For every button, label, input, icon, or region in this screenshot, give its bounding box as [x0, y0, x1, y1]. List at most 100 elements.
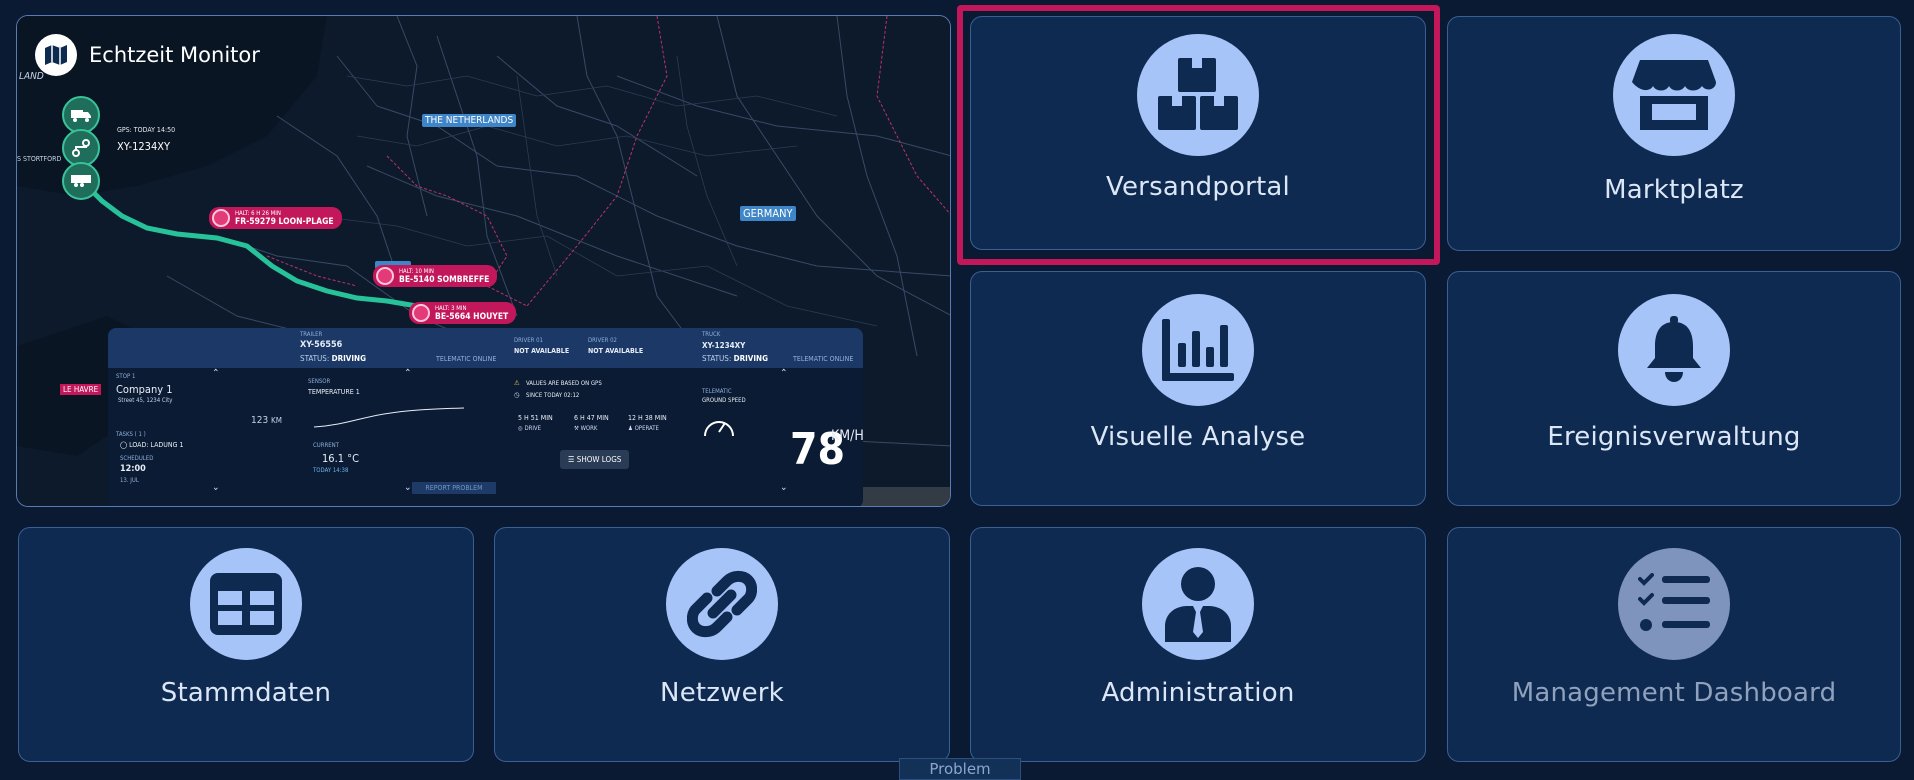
link-icon	[687, 570, 757, 638]
temperature-sparkline	[314, 407, 464, 428]
tile-icon-circle	[1142, 294, 1254, 406]
store-icon	[1632, 60, 1716, 130]
realtime-monitor-card[interactable]: Echtzeit Monitor LAND S STORTFORD GPS: T…	[16, 15, 951, 507]
scheduled-label: SCHEDULED	[120, 455, 154, 462]
tile-marktplatz[interactable]: Marktplatz	[1447, 16, 1901, 251]
country-label-germany: GERMANY	[740, 206, 796, 221]
task-item[interactable]: ◯ LOAD: LADUNG 1	[120, 441, 183, 449]
problem-button[interactable]: Problem	[899, 758, 1021, 780]
stop-pin-duration: HALT: 3 MIN	[435, 304, 467, 312]
stop-label: STOP 1	[116, 373, 136, 380]
tile-ereignisverwaltung[interactable]: Ereignisverwaltung	[1447, 271, 1901, 506]
chevron-down-icon[interactable]: ⌄	[780, 482, 788, 493]
temperature-time: TODAY 14:38	[313, 467, 349, 474]
tile-visuelle-analyse[interactable]: Visuelle Analyse	[970, 271, 1426, 506]
city-label-le-havre: LE HAVRE	[60, 384, 102, 395]
tile-management-dashboard[interactable]: Management Dashboard	[1447, 527, 1901, 762]
map-place-fragment-2: S STORTFORD	[17, 155, 62, 163]
tile-label: Administration	[1101, 678, 1295, 708]
checklist-icon	[1638, 573, 1710, 631]
chevron-up-icon[interactable]: ⌃	[404, 368, 412, 379]
speedometer-icon	[704, 421, 734, 437]
drive-label: ◎ DRIVE	[518, 425, 542, 432]
stop-distance: 123 KM	[251, 415, 282, 426]
operate-time: 12 H 38 MIN	[628, 414, 667, 422]
chevron-down-icon[interactable]: ⌄	[404, 482, 412, 493]
tile-label: Visuelle Analyse	[1090, 422, 1306, 452]
tile-label: Management Dashboard	[1511, 678, 1837, 708]
stop-pin-1[interactable]: HALT: 6 H 26 MIN FR-59279 LOON-PLAGE	[209, 207, 342, 229]
truck-label: TRUCK	[702, 331, 721, 338]
current-temperature: 16.1 °C	[322, 452, 360, 465]
gps-time: GPS: TODAY 14:50	[117, 126, 176, 134]
sensor-label: SENSOR	[308, 378, 331, 385]
drive-time: 5 H 51 MIN	[518, 414, 553, 422]
scheduled-time: 12:00	[120, 464, 146, 474]
show-logs-button[interactable]: ☰ SHOW LOGS	[560, 450, 630, 469]
tile-label: Marktplatz	[1604, 175, 1744, 205]
truck-icon	[71, 110, 91, 122]
table-icon	[210, 573, 282, 635]
vehicle-info-panel: TRAILER XY-56556 STATUS: DRIVING TELEMAT…	[108, 328, 863, 506]
route-icon	[72, 139, 90, 157]
chevron-up-icon[interactable]: ⌃	[780, 368, 788, 379]
tile-label: Netzwerk	[660, 678, 784, 708]
tile-versandportal[interactable]: Versandportal	[970, 16, 1426, 250]
driver1-label: DRIVER 01	[514, 337, 543, 344]
stop-pin-2[interactable]: HALT: 10 MIN BE-5140 SOMBREFFE	[373, 265, 498, 287]
stop-pin-3[interactable]: HALT: 3 MIN BE-5664 HOUYET	[409, 302, 517, 324]
sensor-name: TEMPERATURE 1	[308, 388, 360, 396]
tile-administration[interactable]: Administration	[970, 527, 1426, 762]
stop-address: Street 45, 1234 City	[118, 397, 173, 404]
trailer-telematic-status: TELEMATIC ONLINE	[436, 355, 497, 363]
stop-pin-icon	[376, 267, 394, 285]
bar-chart-icon	[1162, 319, 1234, 381]
chevron-down-icon[interactable]: ⌄	[212, 482, 220, 493]
gps-note: VALUES ARE BASED ON GPS	[526, 380, 602, 387]
since-time: SINCE TODAY 02:12	[526, 392, 580, 399]
work-time: 6 H 47 MIN	[574, 414, 609, 422]
stop-pin-location: FR-59279 LOON-PLAGE	[235, 216, 334, 227]
tile-stammdaten[interactable]: Stammdaten	[18, 527, 474, 762]
truck-status: STATUS: DRIVING	[702, 354, 768, 363]
trailer-label: TRAILER	[300, 331, 323, 338]
tile-label: Stammdaten	[160, 678, 332, 708]
tile-icon-circle	[666, 548, 778, 660]
chevron-up-icon[interactable]: ⌃	[212, 368, 220, 379]
user-tie-icon	[1165, 567, 1231, 642]
tile-icon-circle	[1613, 34, 1735, 156]
trailer-node[interactable]	[62, 162, 100, 200]
report-problem-link[interactable]: REPORT PROBLEM	[412, 482, 496, 494]
stop-pin-duration: HALT: 10 MIN	[399, 267, 434, 275]
truck-telematic-status: TELEMATIC ONLINE	[793, 355, 854, 363]
map-place-fragment: LAND	[19, 71, 44, 82]
stop-pin-location: BE-5140 SOMBREFFE	[399, 274, 490, 285]
telematic-label: TELEMATIC	[702, 388, 732, 395]
stop-pin-icon	[412, 304, 430, 322]
tasks-label: TASKS ( 1 )	[116, 431, 146, 438]
map-title: Echtzeit Monitor	[35, 34, 260, 76]
country-label-netherlands: THE NETHERLANDS	[422, 114, 517, 127]
tile-label: Ereignisverwaltung	[1547, 422, 1801, 452]
clock-icon: ◷	[514, 391, 520, 399]
map-title-text: Echtzeit Monitor	[89, 43, 260, 67]
bell-icon	[1647, 316, 1701, 382]
warning-icon: ⚠	[514, 379, 520, 387]
vehicle-plate: XY-1234XY	[117, 140, 171, 153]
boxes-icon	[1158, 58, 1238, 130]
stop-pin-icon	[212, 209, 230, 227]
driver2-value: NOT AVAILABLE	[588, 347, 644, 355]
tile-icon-circle	[1618, 294, 1730, 406]
stop-pin-location: BE-5664 HOUYET	[435, 311, 509, 322]
ground-speed-label: GROUND SPEED	[702, 397, 746, 404]
tile-icon-circle	[190, 548, 302, 660]
tile-icon-circle	[1618, 548, 1730, 660]
tile-label: Versandportal	[1106, 172, 1290, 202]
driver1-value: NOT AVAILABLE	[514, 347, 570, 355]
tile-icon-circle	[1142, 548, 1254, 660]
driver2-label: DRIVER 02	[588, 337, 617, 344]
map-icon	[35, 34, 77, 76]
stop-pin-duration: HALT: 6 H 26 MIN	[235, 209, 281, 217]
scheduled-date: 13. JUL	[120, 477, 139, 484]
tile-netzwerk[interactable]: Netzwerk	[494, 527, 950, 762]
